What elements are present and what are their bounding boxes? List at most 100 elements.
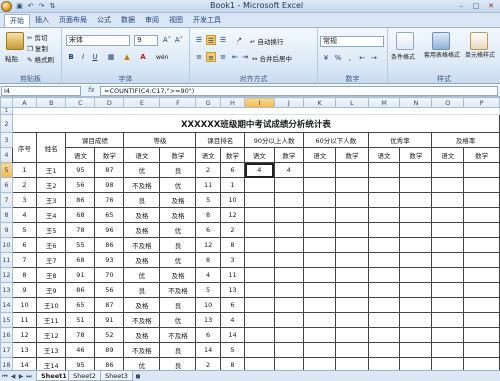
- table-cell[interactable]: 及格: [159, 207, 197, 223]
- table-cell[interactable]: 王2: [36, 177, 67, 193]
- maximize-icon[interactable]: □: [469, 1, 483, 11]
- table-cell[interactable]: [463, 192, 500, 208]
- table-cell[interactable]: [367, 162, 401, 178]
- header-sub[interactable]: 语文: [123, 147, 161, 163]
- tab-formulas[interactable]: 公式: [92, 14, 116, 27]
- table-cell[interactable]: 良: [159, 237, 197, 253]
- row-header[interactable]: 14: [0, 297, 13, 313]
- currency-icon[interactable]: ¥: [321, 53, 331, 63]
- table-cell[interactable]: [399, 357, 433, 370]
- row-header[interactable]: 16: [0, 327, 13, 343]
- table-cell[interactable]: 12: [219, 207, 246, 223]
- table-cell[interactable]: [335, 297, 369, 313]
- column-header[interactable]: O: [431, 97, 465, 108]
- merge-center-button[interactable]: ↔ 合并后居中: [252, 53, 292, 63]
- table-cell[interactable]: [273, 282, 305, 298]
- table-cell[interactable]: [335, 162, 369, 178]
- sheet-title[interactable]: XXXXXX班级期中考试成绩分析统计表: [11, 114, 500, 133]
- table-cell[interactable]: 不及格: [123, 177, 161, 193]
- table-cell[interactable]: 8: [219, 357, 246, 370]
- table-cell[interactable]: [303, 177, 337, 193]
- align-bottom-icon[interactable]: ☰: [218, 35, 228, 45]
- table-cell[interactable]: 52: [94, 327, 125, 343]
- tab-developer[interactable]: 开发工具: [188, 14, 226, 27]
- table-cell[interactable]: 8: [11, 267, 38, 283]
- row-header[interactable]: 18: [0, 357, 13, 370]
- table-cell[interactable]: [273, 177, 305, 193]
- italic-button[interactable]: I: [78, 52, 88, 62]
- table-cell[interactable]: 11: [219, 267, 246, 283]
- table-cell[interactable]: [335, 267, 369, 283]
- table-cell[interactable]: 78: [65, 327, 96, 343]
- table-cell[interactable]: 87: [94, 297, 125, 313]
- tab-insert[interactable]: 插入: [30, 14, 54, 27]
- table-cell[interactable]: [463, 327, 500, 343]
- increase-indent-icon[interactable]: ⇥: [240, 52, 250, 62]
- table-cell[interactable]: 1: [219, 177, 246, 193]
- table-cell[interactable]: 优: [159, 252, 197, 268]
- table-cell[interactable]: 王6: [36, 237, 67, 253]
- header-sub[interactable]: 数学: [335, 147, 369, 163]
- table-cell[interactable]: [273, 327, 305, 343]
- table-cell[interactable]: [244, 357, 275, 370]
- table-cell[interactable]: [244, 177, 275, 193]
- table-cell[interactable]: [399, 327, 433, 343]
- table-cell[interactable]: [399, 207, 433, 223]
- align-top-icon[interactable]: ☰: [194, 35, 204, 45]
- table-cell[interactable]: [463, 177, 500, 193]
- table-cell[interactable]: 4: [195, 267, 221, 283]
- save-icon[interactable]: ▣: [15, 1, 24, 11]
- table-cell[interactable]: 91: [65, 267, 96, 283]
- header-sub[interactable]: 数学: [273, 147, 305, 163]
- header-name[interactable]: 姓名: [36, 132, 67, 163]
- table-cell[interactable]: [399, 267, 433, 283]
- table-cell[interactable]: [303, 327, 337, 343]
- column-header[interactable]: A: [11, 97, 38, 108]
- table-cell[interactable]: [463, 297, 500, 313]
- table-cell[interactable]: [431, 357, 465, 370]
- comma-button[interactable]: ,: [345, 53, 355, 63]
- office-button[interactable]: [1, 1, 12, 12]
- table-cell[interactable]: 98: [94, 177, 125, 193]
- table-cell[interactable]: 王7: [36, 252, 67, 268]
- table-cell[interactable]: [335, 327, 369, 343]
- paste-button[interactable]: 粘贴: [5, 53, 18, 63]
- sheet-tab-sheet1[interactable]: Sheet1: [36, 371, 72, 381]
- table-cell[interactable]: 良: [123, 192, 161, 208]
- tab-home[interactable]: 开始: [4, 14, 30, 27]
- table-cell[interactable]: 87: [94, 162, 125, 178]
- sheet-tab-sheet3[interactable]: Sheet3: [100, 371, 133, 381]
- row-header[interactable]: 8: [0, 207, 13, 223]
- table-cell[interactable]: [431, 282, 465, 298]
- table-cell[interactable]: 8: [195, 207, 221, 223]
- formula-input[interactable]: =COUNTIF(C4:C17,">=90"): [100, 86, 498, 96]
- decrease-indent-icon[interactable]: ⇤: [230, 52, 240, 62]
- table-cell[interactable]: [431, 252, 465, 268]
- table-cell[interactable]: 3: [11, 192, 38, 208]
- table-cell[interactable]: [335, 192, 369, 208]
- sheet-tab-sheet2[interactable]: Sheet2: [68, 371, 101, 381]
- header-sub[interactable]: 语文: [244, 147, 275, 163]
- bold-button[interactable]: B: [66, 52, 76, 62]
- table-cell[interactable]: 5: [11, 222, 38, 238]
- table-cell[interactable]: 56: [65, 177, 96, 193]
- table-cell[interactable]: [335, 207, 369, 223]
- table-cell[interactable]: [463, 222, 500, 238]
- table-cell[interactable]: [303, 192, 337, 208]
- tab-page-layout[interactable]: 页面布局: [54, 14, 92, 27]
- grow-font-button[interactable]: A˄: [162, 35, 172, 45]
- shrink-font-button[interactable]: A˅: [174, 35, 184, 45]
- number-format-select[interactable]: 常规: [320, 36, 384, 47]
- row-header[interactable]: 13: [0, 282, 13, 298]
- table-cell[interactable]: 10: [11, 297, 38, 313]
- table-cell[interactable]: [431, 192, 465, 208]
- table-cell[interactable]: [431, 267, 465, 283]
- table-cell[interactable]: 王5: [36, 222, 67, 238]
- column-header[interactable]: E: [123, 97, 161, 108]
- table-cell[interactable]: 6: [195, 222, 221, 238]
- table-cell[interactable]: 4: [11, 207, 38, 223]
- table-cell[interactable]: 10: [219, 192, 246, 208]
- table-cell[interactable]: [244, 207, 275, 223]
- header-group[interactable]: 及格率: [431, 132, 500, 148]
- row-header[interactable]: 9: [0, 222, 13, 238]
